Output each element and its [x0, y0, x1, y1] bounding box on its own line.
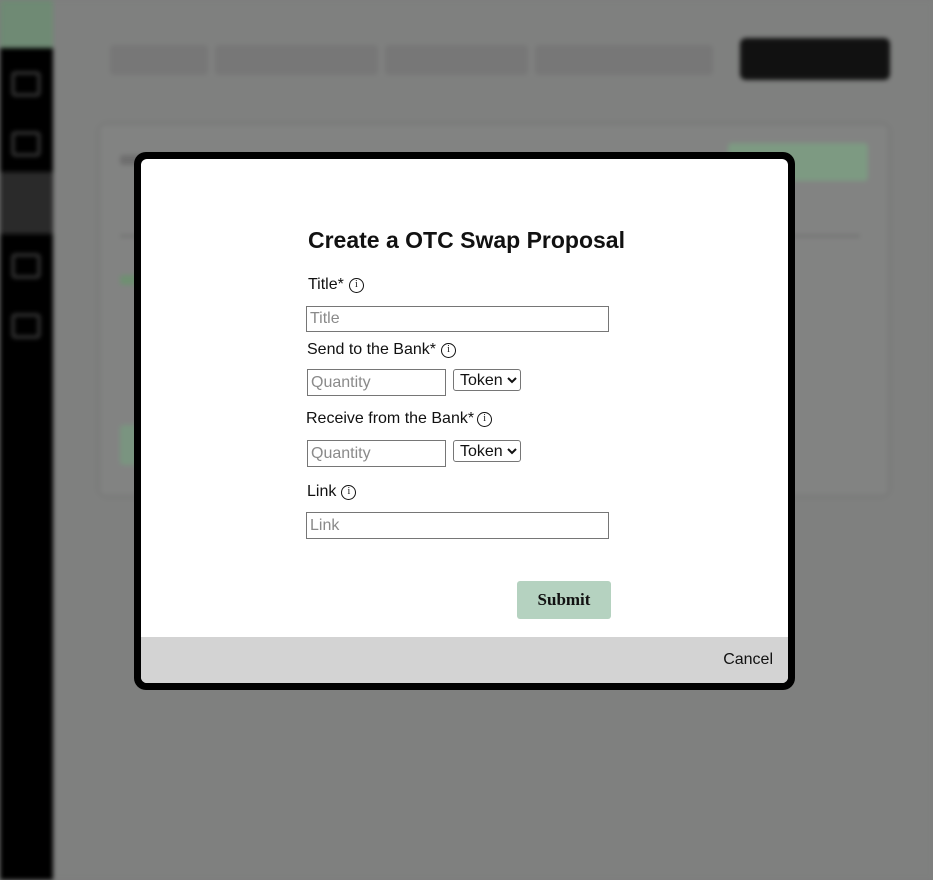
link-label: Link: [307, 483, 337, 500]
link-input[interactable]: [306, 512, 609, 539]
background-filter: [535, 45, 713, 75]
receive-token-select[interactable]: Token: [453, 440, 521, 462]
create-proposal-modal: Create a OTC Swap Proposal Title* i Send…: [134, 152, 795, 690]
submit-button[interactable]: Submit: [517, 581, 611, 619]
background-new-proposal-button: [740, 38, 890, 80]
background-nav-icon: [12, 254, 40, 278]
info-icon[interactable]: i: [477, 411, 493, 427]
background-nav-active: [0, 172, 53, 234]
background-filter: [385, 45, 528, 75]
modal-body: Create a OTC Swap Proposal Title* i Send…: [141, 159, 788, 683]
info-icon[interactable]: i: [348, 277, 364, 293]
background-filter: [110, 45, 208, 75]
modal-footer: Cancel: [141, 637, 788, 683]
title-label-row: Title* i: [308, 276, 364, 294]
receive-quantity-input[interactable]: [307, 440, 446, 467]
background-logo: [0, 0, 53, 48]
modal-title: Create a OTC Swap Proposal: [308, 227, 625, 253]
receive-label-row: Receive from the Bank* i: [306, 410, 493, 428]
send-label: Send to the Bank*: [307, 341, 436, 358]
background-nav-icon: [12, 314, 40, 338]
background-sidebar: [0, 0, 53, 880]
link-label-row: Link i: [307, 483, 357, 501]
title-label: Title*: [308, 276, 344, 293]
send-label-row: Send to the Bank* i: [307, 341, 456, 359]
send-token-select[interactable]: Token: [453, 369, 521, 391]
cancel-button[interactable]: Cancel: [723, 651, 773, 669]
background-filter: [215, 45, 378, 75]
receive-label: Receive from the Bank*: [306, 410, 475, 427]
send-quantity-input[interactable]: [307, 369, 446, 396]
background-nav-icon: [12, 72, 40, 96]
info-icon[interactable]: i: [440, 342, 456, 358]
info-icon[interactable]: i: [341, 484, 357, 500]
background-nav-icon: [12, 132, 40, 156]
title-input[interactable]: [306, 306, 609, 332]
